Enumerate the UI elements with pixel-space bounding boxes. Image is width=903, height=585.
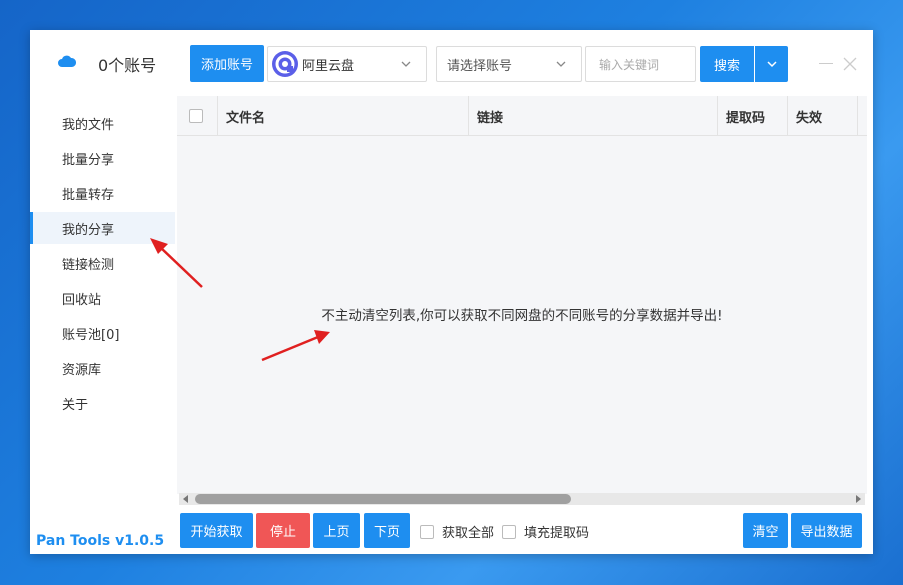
chevron-down-icon [401, 61, 411, 67]
sidebar-item-about[interactable]: 关于 [30, 387, 175, 419]
column-extract-code[interactable]: 提取码 [718, 96, 788, 136]
checkbox-icon [189, 109, 203, 123]
checkbox-icon [420, 524, 434, 539]
scrollbar-thumb[interactable] [195, 494, 571, 504]
fill-code-label: 填充提取码 [524, 526, 590, 541]
sidebar-item-link-check[interactable]: 链接检测 [30, 247, 175, 279]
app-window: 0个账号 添加账号 阿里云盘 请选择账号 输入关键词 搜索 我的文件 批量分享 … [30, 30, 873, 554]
start-fetch-button[interactable]: 开始获取 [180, 513, 253, 548]
account-count: 0个账号 [98, 56, 157, 75]
version-label: Pan Tools v1.0.5 [36, 533, 165, 549]
account-select[interactable]: 请选择账号 [436, 46, 582, 82]
sidebar-item-batch-share[interactable]: 批量分享 [30, 142, 175, 174]
fetch-all-label: 获取全部 [442, 526, 495, 541]
keyword-placeholder: 输入关键词 [599, 57, 660, 72]
table-header: 文件名 链接 提取码 失效 [177, 96, 867, 136]
prev-page-button[interactable]: 上页 [313, 513, 360, 548]
aliyun-disk-icon [272, 51, 298, 77]
checkbox-icon [502, 524, 516, 539]
column-expired[interactable]: 失效 [788, 96, 858, 136]
column-link[interactable]: 链接 [469, 96, 718, 136]
header: 0个账号 添加账号 阿里云盘 请选择账号 输入关键词 搜索 [30, 30, 873, 96]
export-data-button[interactable]: 导出数据 [791, 513, 862, 548]
minimize-icon[interactable] [819, 63, 833, 64]
sidebar-item-recycle-bin[interactable]: 回收站 [30, 282, 175, 314]
next-page-button[interactable]: 下页 [364, 513, 410, 548]
sidebar-item-resource-library[interactable]: 资源库 [30, 352, 175, 384]
scroll-right-icon[interactable] [853, 494, 863, 504]
sidebar-item-account-pool[interactable]: 账号池[0] [30, 317, 175, 349]
disk-select-value: 阿里云盘 [302, 58, 355, 74]
sidebar: 我的文件 批量分享 批量转存 我的分享 链接检测 回收站 账号池[0] 资源库 … [30, 96, 175, 554]
column-filename[interactable]: 文件名 [218, 96, 469, 136]
close-icon[interactable] [843, 57, 857, 71]
cloud-icon [58, 55, 76, 67]
search-dropdown-button[interactable] [755, 46, 788, 82]
fill-code-checkbox[interactable]: 填充提取码 [502, 522, 589, 541]
clear-button[interactable]: 清空 [743, 513, 788, 548]
chevron-down-icon [766, 61, 777, 68]
sidebar-item-my-shares[interactable]: 我的分享 [30, 212, 175, 244]
sidebar-item-batch-save[interactable]: 批量转存 [30, 177, 175, 209]
share-table: 文件名 链接 提取码 失效 不主动清空列表,你可以获取不同网盘的不同账号的分享数… [177, 96, 867, 494]
scroll-left-icon[interactable] [181, 494, 191, 504]
empty-message: 不主动清空列表,你可以获取不同网盘的不同账号的分享数据并导出! [321, 308, 723, 324]
stop-button[interactable]: 停止 [256, 513, 310, 548]
add-account-button[interactable]: 添加账号 [190, 45, 264, 82]
sidebar-item-my-files[interactable]: 我的文件 [30, 107, 175, 139]
horizontal-scrollbar[interactable] [179, 493, 865, 505]
account-select-placeholder: 请选择账号 [447, 58, 513, 74]
keyword-input[interactable]: 输入关键词 [585, 46, 696, 82]
fetch-all-checkbox[interactable]: 获取全部 [420, 522, 494, 541]
search-button[interactable]: 搜索 [700, 46, 754, 82]
select-all-checkbox[interactable] [177, 96, 218, 136]
chevron-down-icon [556, 61, 566, 67]
disk-select[interactable]: 阿里云盘 [267, 46, 427, 82]
